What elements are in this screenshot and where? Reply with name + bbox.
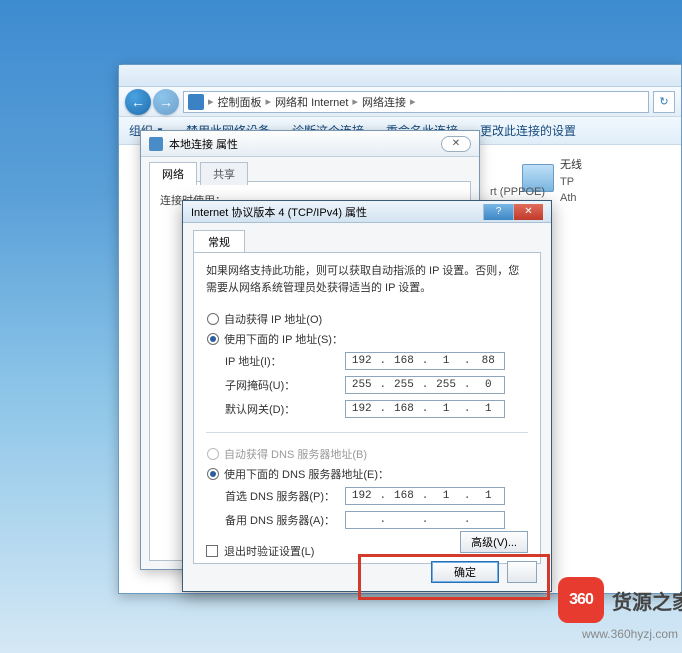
explorer-titlebar bbox=[119, 65, 681, 87]
dns1-label: 首选 DNS 服务器(P)： bbox=[225, 488, 345, 504]
radio-label: 使用下面的 IP 地址(S)： bbox=[224, 331, 343, 347]
description-text: 如果网络支持此功能，则可以获取自动指派的 IP 设置。否则，您需要从网络系统管理… bbox=[206, 263, 528, 296]
chevron-right-icon: ▸ bbox=[352, 95, 358, 108]
dialog-body: 如果网络支持此功能，则可以获取自动指派的 IP 设置。否则，您需要从网络系统管理… bbox=[193, 252, 541, 564]
gateway-label: 默认网关(D)： bbox=[225, 401, 345, 417]
nav-forward-button[interactable]: → bbox=[153, 89, 179, 115]
radio-manual-dns[interactable]: 使用下面的 DNS 服务器地址(E)： bbox=[207, 464, 527, 484]
breadcrumb-item[interactable]: 控制面板 bbox=[218, 94, 262, 110]
gateway-input[interactable]: 192. 168. 1. 1 bbox=[345, 400, 505, 418]
connection-name: 无线 bbox=[560, 156, 582, 172]
help-button[interactable]: ? bbox=[483, 204, 513, 220]
dns2-label: 备用 DNS 服务器(A)： bbox=[225, 512, 345, 528]
advanced-button[interactable]: 高级(V)... bbox=[460, 531, 528, 553]
tab-sharing[interactable]: 共享 bbox=[200, 162, 248, 185]
radio-auto-dns: 自动获得 DNS 服务器地址(B) bbox=[207, 444, 527, 464]
ipv4-properties-dialog: Internet 协议版本 4 (TCP/IPv4) 属性 ? ✕ 常规 如果网… bbox=[182, 200, 552, 592]
breadcrumb-item[interactable]: 网络连接 bbox=[362, 94, 406, 110]
radio-label: 自动获得 DNS 服务器地址(B) bbox=[224, 446, 367, 462]
subnet-mask-input[interactable]: 255. 255. 255. 0 bbox=[345, 376, 505, 394]
ip-address-input[interactable]: 192. 168. 1. 88 bbox=[345, 352, 505, 370]
nav-row: ← → ▸ 控制面板 ▸ 网络和 Internet ▸ 网络连接 ▸ ↻ bbox=[119, 87, 681, 117]
radio-icon bbox=[207, 468, 219, 480]
connection-item[interactable]: 无线 TP Ath bbox=[522, 152, 682, 204]
nav-back-button[interactable]: ← bbox=[125, 89, 151, 115]
radio-manual-ip[interactable]: 使用下面的 IP 地址(S)： bbox=[207, 329, 527, 349]
tab-strip: 网络 共享 bbox=[141, 157, 479, 181]
radio-label: 使用下面的 DNS 服务器地址(E)： bbox=[224, 466, 389, 482]
chevron-right-icon: ▸ bbox=[266, 95, 272, 108]
ip-address-label: IP 地址(I)： bbox=[225, 353, 345, 369]
checkbox-icon bbox=[206, 545, 218, 557]
tab-network[interactable]: 网络 bbox=[149, 162, 197, 185]
pppoe-label: rt (PPPOE) bbox=[490, 186, 545, 198]
watermark: 360 货源之家 bbox=[558, 577, 682, 623]
tab-general[interactable]: 常规 bbox=[193, 230, 245, 253]
dns2-input[interactable]: . . . bbox=[345, 511, 505, 529]
close-button[interactable]: ✕ bbox=[513, 204, 543, 220]
dns1-input[interactable]: 192. 168. 1. 1 bbox=[345, 487, 505, 505]
connection-status: TP bbox=[560, 176, 582, 188]
subnet-mask-label: 子网掩码(U)： bbox=[225, 377, 345, 393]
radio-icon bbox=[207, 313, 219, 325]
toolbar-change[interactable]: 更改此连接的设置 bbox=[480, 122, 576, 139]
radio-icon bbox=[207, 333, 219, 345]
chevron-right-icon: ▸ bbox=[208, 95, 214, 108]
radio-auto-ip[interactable]: 自动获得 IP 地址(O) bbox=[207, 309, 527, 329]
dialog-title: Internet 协议版本 4 (TCP/IPv4) 属性 bbox=[191, 204, 367, 220]
connection-device: Ath bbox=[560, 192, 582, 204]
dialog-titlebar[interactable]: Internet 协议版本 4 (TCP/IPv4) 属性 ? ✕ bbox=[183, 201, 551, 223]
watermark-url: www.360hyzj.com bbox=[582, 627, 678, 641]
network-icon bbox=[188, 94, 204, 110]
watermark-text: 货源之家 bbox=[612, 586, 682, 615]
dialog-titlebar[interactable]: 本地连接 属性 ✕ bbox=[141, 131, 479, 157]
radio-label: 自动获得 IP 地址(O) bbox=[224, 311, 322, 327]
checkbox-label: 退出时验证设置(L) bbox=[224, 543, 314, 559]
ok-button[interactable]: 确定 bbox=[431, 561, 499, 583]
watermark-badge: 360 bbox=[558, 577, 604, 623]
close-button[interactable]: ✕ bbox=[441, 136, 471, 152]
cancel-button[interactable] bbox=[507, 561, 537, 583]
refresh-button[interactable]: ↻ bbox=[653, 91, 675, 113]
dialog-title: 本地连接 属性 bbox=[169, 136, 238, 152]
chevron-right-icon: ▸ bbox=[410, 95, 416, 108]
breadcrumb[interactable]: ▸ 控制面板 ▸ 网络和 Internet ▸ 网络连接 ▸ bbox=[183, 91, 649, 113]
adapter-icon bbox=[149, 137, 163, 151]
breadcrumb-item[interactable]: 网络和 Internet bbox=[275, 94, 348, 110]
radio-icon bbox=[207, 448, 219, 460]
